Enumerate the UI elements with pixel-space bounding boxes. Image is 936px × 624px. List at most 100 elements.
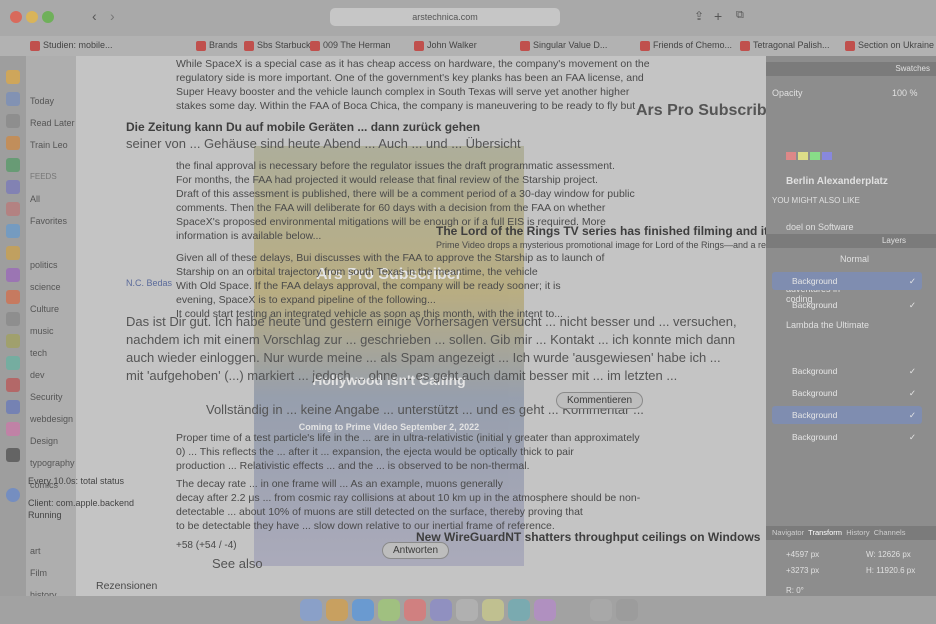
- reader-item-art[interactable]: art: [30, 546, 41, 556]
- reader-item-all[interactable]: All: [30, 194, 40, 204]
- forward-icon[interactable]: ›: [110, 8, 115, 24]
- smudge-tool-icon[interactable]: [6, 422, 20, 436]
- reader-item-politics[interactable]: politics: [30, 260, 58, 270]
- layer-row[interactable]: Background ✓: [772, 362, 922, 380]
- safari-icon[interactable]: [352, 599, 374, 621]
- text-tool-icon[interactable]: [6, 448, 20, 462]
- reader-item-typography[interactable]: typography: [30, 458, 75, 468]
- answer-button[interactable]: Antworten: [382, 542, 450, 559]
- shape-tool-icon[interactable]: [6, 268, 20, 282]
- blur-tool-icon[interactable]: [6, 400, 20, 414]
- bookmark-item[interactable]: Studien: mobile...: [30, 40, 113, 51]
- tab-overview-icon[interactable]: ⧉: [736, 9, 744, 22]
- messages-icon[interactable]: [378, 599, 400, 621]
- heal-tool-icon[interactable]: [6, 378, 20, 392]
- app-icon[interactable]: [326, 599, 348, 621]
- eraser-tool-icon[interactable]: [6, 158, 20, 172]
- music-icon[interactable]: [404, 599, 426, 621]
- maximize-window-button[interactable]: [42, 11, 54, 23]
- rec-item[interactable]: Lambda the Ultimate: [786, 320, 869, 330]
- reader-item-design[interactable]: Design: [30, 436, 58, 446]
- close-window-button[interactable]: [10, 11, 22, 23]
- tab-channels[interactable]: Channels: [874, 528, 906, 537]
- clone-tool-icon[interactable]: [6, 290, 20, 304]
- visibility-check-icon[interactable]: ✓: [909, 296, 916, 314]
- photos-icon[interactable]: [430, 599, 452, 621]
- swatch[interactable]: [786, 152, 796, 160]
- new-tab-icon[interactable]: +: [714, 8, 722, 24]
- reader-item-train[interactable]: Train Leo: [30, 140, 68, 150]
- share-icon[interactable]: ⇪: [694, 9, 704, 23]
- bookmark-item[interactable]: Brands: [196, 40, 238, 51]
- reader-item-today[interactable]: Today: [30, 96, 54, 106]
- opacity-value[interactable]: 100 %: [892, 88, 918, 98]
- width-field[interactable]: W: 12626 px: [866, 550, 911, 559]
- visibility-check-icon[interactable]: ✓: [909, 428, 916, 446]
- layer-row[interactable]: Background ✓: [772, 296, 922, 314]
- back-icon[interactable]: ‹: [92, 8, 97, 24]
- color-picker-icon[interactable]: [6, 488, 20, 502]
- lasso-tool-icon[interactable]: [6, 180, 20, 194]
- visibility-check-icon[interactable]: ✓: [909, 272, 916, 290]
- move-tool-icon[interactable]: [6, 70, 20, 84]
- comment-author[interactable]: N.C. Bedas: [126, 278, 172, 288]
- reader-item-tech[interactable]: tech: [30, 348, 47, 358]
- reader-item-read-later[interactable]: Read Later: [30, 118, 75, 128]
- visibility-check-icon[interactable]: ✓: [909, 406, 916, 424]
- swatches-tab[interactable]: Swatches: [766, 62, 936, 76]
- bookmark-item[interactable]: John Walker: [414, 40, 477, 51]
- visibility-check-icon[interactable]: ✓: [909, 362, 916, 380]
- minimize-window-button[interactable]: [26, 11, 38, 23]
- tab-navigator[interactable]: Navigator: [772, 528, 804, 537]
- gradient-tool-icon[interactable]: [6, 224, 20, 238]
- y-position-field[interactable]: +3273 px: [786, 566, 819, 575]
- vote-count[interactable]: +58 (+54 / -4): [176, 540, 237, 551]
- brush-tool-icon[interactable]: [6, 136, 20, 150]
- bookmark-item[interactable]: Sbs Starbucks: [244, 40, 315, 51]
- height-field[interactable]: H: 11920.6 px: [866, 566, 915, 575]
- reader-item-film[interactable]: Film: [30, 568, 47, 578]
- bookmark-item[interactable]: Friends of Chemo...: [640, 40, 732, 51]
- reader-item-music[interactable]: music: [30, 326, 54, 336]
- crop-tool-icon[interactable]: [6, 114, 20, 128]
- zoom-tool-icon[interactable]: [6, 312, 20, 326]
- comment-button[interactable]: Kommentieren: [556, 392, 644, 409]
- notes-icon[interactable]: [482, 599, 504, 621]
- rotation-field[interactable]: R: 0°: [786, 586, 804, 595]
- visibility-check-icon[interactable]: ✓: [909, 384, 916, 402]
- layer-row[interactable]: Background ✓: [772, 428, 922, 446]
- bookmark-item[interactable]: 009 The Herman: [310, 40, 390, 51]
- tab-history[interactable]: History: [846, 528, 869, 537]
- reviews-label[interactable]: Rezensionen: [96, 580, 157, 592]
- layer-row[interactable]: Background ✓: [772, 384, 922, 402]
- settings-icon[interactable]: [456, 599, 478, 621]
- layer-row[interactable]: Background ✓: [772, 272, 922, 290]
- terminal-icon[interactable]: [508, 599, 530, 621]
- trash-icon[interactable]: [616, 599, 638, 621]
- select-tool-icon[interactable]: [6, 92, 20, 106]
- tab-transform[interactable]: Transform: [808, 528, 842, 537]
- reader-item-science[interactable]: science: [30, 282, 61, 292]
- downloads-icon[interactable]: [590, 599, 612, 621]
- blend-mode-select[interactable]: Normal: [840, 254, 869, 264]
- swatch[interactable]: [798, 152, 808, 160]
- reader-item-dev[interactable]: dev: [30, 370, 45, 380]
- swatch[interactable]: [822, 152, 832, 160]
- swatch[interactable]: [810, 152, 820, 160]
- eyedropper-tool-icon[interactable]: [6, 356, 20, 370]
- pen-tool-icon[interactable]: [6, 246, 20, 260]
- wireguard-headline[interactable]: New WireGuardNT shatters throughput ceil…: [416, 530, 760, 544]
- bookmark-item[interactable]: Section on Ukraine: [845, 40, 934, 51]
- reader-item-webdesign[interactable]: webdesign: [30, 414, 73, 424]
- rec-item[interactable]: doel on Software: [786, 222, 854, 232]
- fill-tool-icon[interactable]: [6, 202, 20, 216]
- hand-tool-icon[interactable]: [6, 334, 20, 348]
- layer-row[interactable]: Background ✓: [772, 406, 922, 424]
- reader-item-culture[interactable]: Culture: [30, 304, 59, 314]
- reader-item-security[interactable]: Security: [30, 392, 63, 402]
- finder-icon[interactable]: [300, 599, 322, 621]
- related-headline[interactable]: The Lord of the Rings TV series has fini…: [436, 224, 766, 238]
- reader-item-favorites[interactable]: Favorites: [30, 216, 67, 226]
- layers-tab[interactable]: Layers: [766, 234, 936, 248]
- x-position-field[interactable]: +4597 px: [786, 550, 819, 559]
